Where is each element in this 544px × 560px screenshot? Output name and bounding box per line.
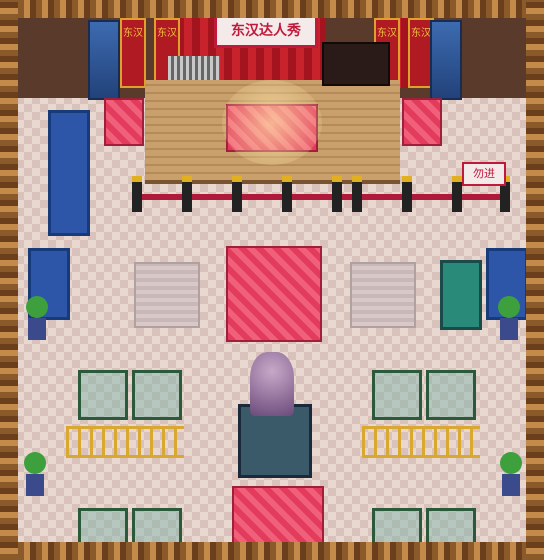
plant-icon [24,452,46,474]
teal-cabinet[interactable] [440,260,482,330]
rope-post-icon [332,176,342,212]
grey-rug [134,262,200,328]
rope-post-icon [232,176,242,212]
statue-icon[interactable] [250,352,294,416]
blue-bench[interactable] [48,110,90,236]
harp-icon[interactable] [168,56,220,80]
plant-icon [500,452,522,474]
grey-rug [350,262,416,328]
gold-railing [66,426,184,458]
right-border [526,0,544,560]
plant-pot [502,474,520,496]
rope-post-icon [132,176,142,212]
bottom-border [0,542,544,560]
display-case-icon[interactable] [78,370,128,420]
center-rug [226,246,322,342]
show-title-sign: 东汉达人秀 [214,14,318,48]
display-case-icon[interactable] [426,370,476,420]
side-rug [104,98,144,146]
left-border [0,0,18,560]
piano-icon[interactable] [322,42,390,86]
reserved-sign: 勿进 [462,162,506,186]
rope-post-icon [452,176,462,212]
hanging-banner: 东汉 [120,18,146,88]
plant-pot [500,318,518,340]
game-scene: 东汉 东汉 东汉 东汉 东汉达人秀 勿进 [0,0,544,560]
rope-post-icon [402,176,412,212]
rope-post-icon [182,176,192,212]
gold-railing [362,426,480,458]
plant-pot [28,318,46,340]
spotlight [222,80,322,165]
side-rug [402,98,442,146]
display-case-icon[interactable] [372,370,422,420]
display-case-icon[interactable] [132,370,182,420]
plant-icon [26,296,48,318]
door-icon[interactable] [88,20,120,100]
rope-post-icon [282,176,292,212]
top-border [0,0,544,18]
door-icon[interactable] [430,20,462,100]
rope-post-icon [352,176,362,212]
plant-icon [498,296,520,318]
plant-pot [26,474,44,496]
